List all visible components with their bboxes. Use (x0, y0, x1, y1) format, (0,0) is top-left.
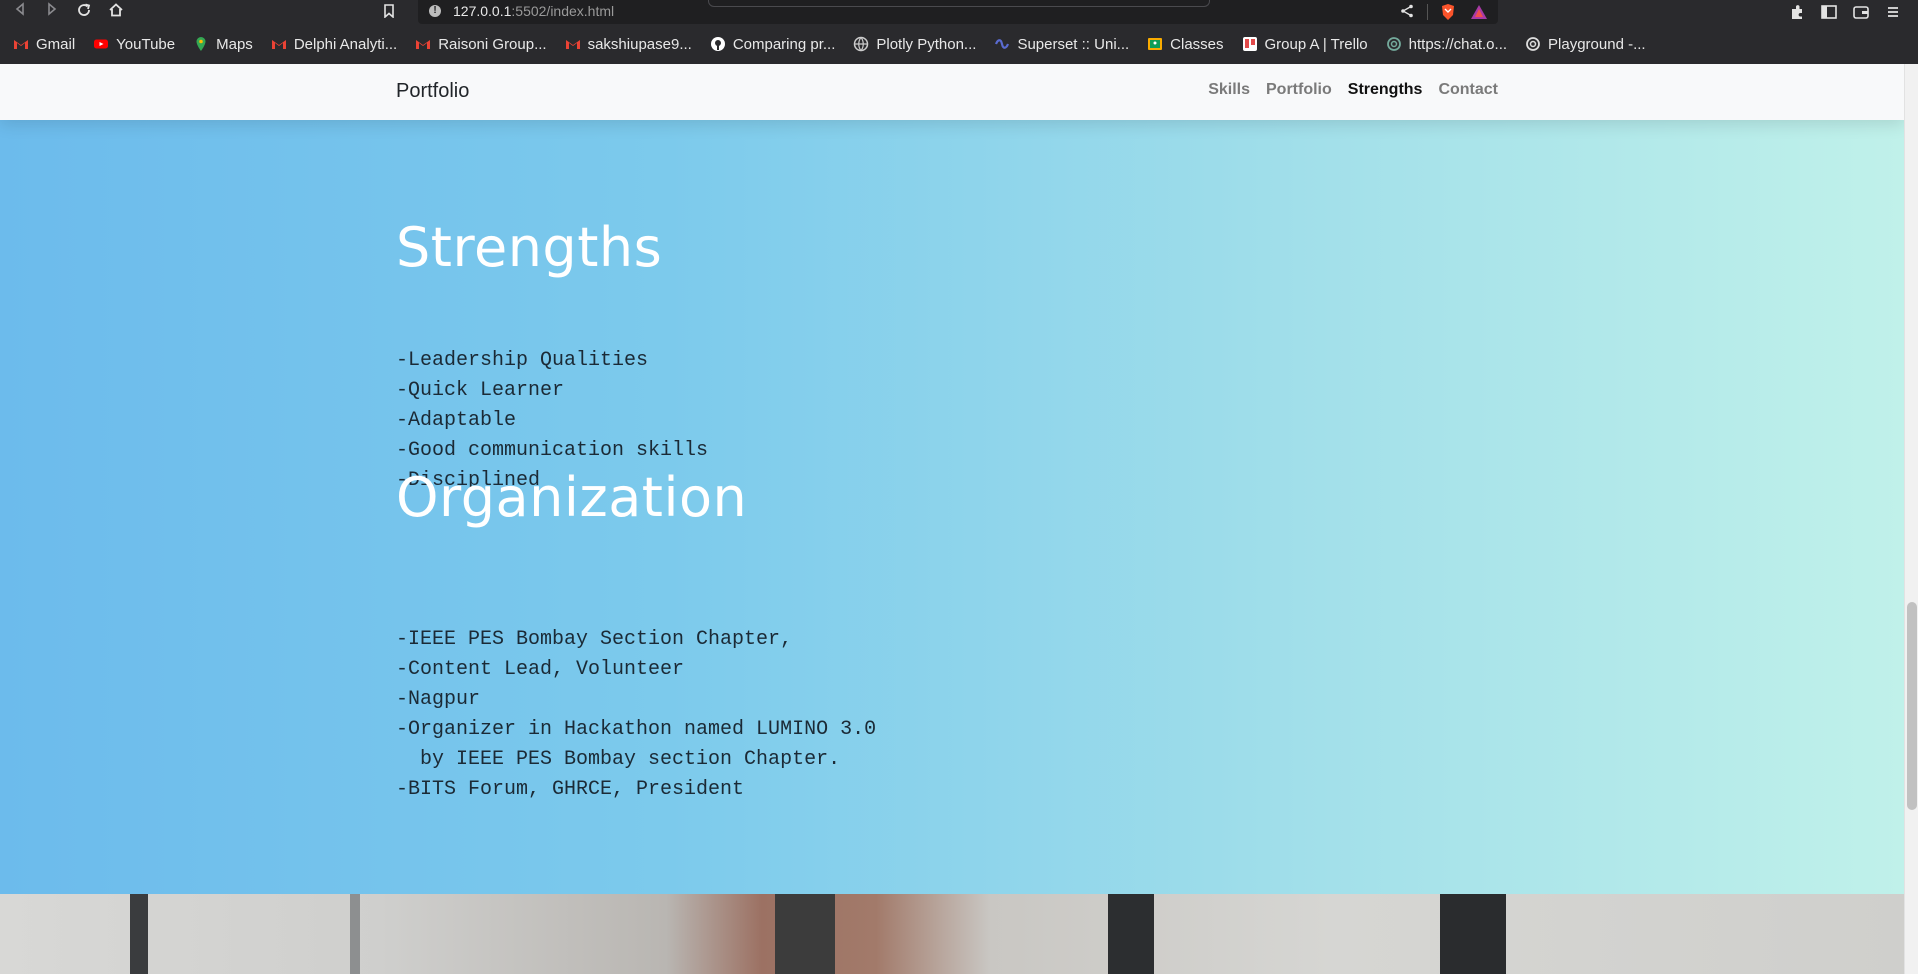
brave-shields-icon[interactable] (1440, 3, 1456, 21)
bookmark-item[interactable]: Playground -... (1525, 36, 1646, 53)
bookmark-item[interactable]: Classes (1147, 35, 1224, 53)
wallet-icon[interactable] (1852, 3, 1870, 21)
gmail-icon (271, 36, 287, 52)
url-host: 127.0.0.1 (453, 3, 512, 19)
bookmark-label: YouTube (116, 35, 176, 53)
share-icon[interactable] (1400, 4, 1414, 18)
address-bar[interactable]: ! 127.0.0.1:5502/index.html (384, 0, 1498, 24)
url-path: :5502/index.html (511, 3, 615, 19)
photo-window-frame (1440, 894, 1506, 974)
bookmark-label: sakshiupase9... (587, 35, 692, 53)
list-item: -IEEE PES Bombay Section Chapter, (396, 628, 793, 651)
bookmark-item[interactable]: Delphi Analyti... (271, 36, 397, 53)
organization-list: -IEEE PES Bombay Section Chapter, -Conten… (396, 625, 876, 805)
list-item: -Nagpur (396, 688, 481, 711)
gmail-icon (565, 36, 581, 52)
list-item: -Good communication skills (396, 439, 709, 462)
browser-toolbar: ! 127.0.0.1:5502/index.html (0, 0, 1918, 24)
url-text[interactable]: 127.0.0.1:5502/index.html (453, 3, 614, 19)
nav-link-skills[interactable]: Skills (1208, 81, 1250, 99)
organization-heading: Organization (396, 466, 748, 529)
photo-pipe (350, 894, 360, 974)
list-item: -Quick Learner (396, 379, 565, 402)
sidebar-icon[interactable] (1820, 3, 1838, 21)
bookmark-label: Playground -... (1548, 35, 1646, 53)
extensions-icon[interactable] (1788, 3, 1806, 21)
list-item: -Organizer in Hackathon named LUMINO 3.0 (396, 718, 877, 741)
forward-icon[interactable] (42, 2, 62, 22)
tab-edge (708, 0, 1210, 7)
page-viewport: Portfolio Skills Portfolio Strengths Con… (0, 64, 1904, 974)
back-icon[interactable] (10, 2, 30, 22)
background-photo (0, 894, 1904, 974)
bookmark-label: Classes (1170, 35, 1224, 53)
scrollbar-thumb[interactable] (1907, 602, 1917, 810)
bookmark-item[interactable]: Comparing pr... (710, 35, 836, 53)
bookmark-label: Gmail (36, 35, 76, 53)
bookmark-item[interactable]: Gmail (13, 36, 75, 53)
bookmark-label: Plotly Python... (876, 35, 977, 53)
nav-link-contact[interactable]: Contact (1438, 81, 1498, 99)
bookmark-item[interactable]: Maps (193, 36, 253, 53)
brand-logo[interactable]: Portfolio (396, 80, 469, 103)
bookmark-item[interactable]: Raisoni Group... (415, 35, 547, 53)
reload-icon[interactable] (74, 2, 94, 22)
page-scrollbar[interactable] (1904, 64, 1918, 974)
list-item: -BITS Forum, GHRCE, President (396, 778, 745, 801)
site-info-icon[interactable]: ! (429, 5, 441, 17)
menu-icon[interactable] (1884, 3, 1902, 21)
photo-window-frame (775, 894, 835, 974)
photo-window-frame (1108, 894, 1154, 974)
strengths-section: Strengths -Leadership Qualities -Quick Le… (0, 120, 1904, 894)
list-item: -Leadership Qualities (396, 349, 649, 372)
nav-links: Skills Portfolio Strengths Contact (1208, 81, 1498, 99)
bookmark-item[interactable]: Plotly Python... (853, 36, 976, 53)
bookmarks-bar: Gmail YouTube Maps Delphi Analyti... Raisoni… (0, 24, 1918, 64)
superset-icon (994, 36, 1010, 52)
bookmark-item[interactable]: Superset :: Uni... (994, 36, 1129, 53)
bookmark-icon[interactable] (384, 4, 394, 18)
trello-icon (1242, 36, 1258, 52)
gmail-icon (13, 36, 29, 52)
strengths-heading: Strengths (396, 216, 663, 279)
youtube-icon (93, 36, 109, 52)
bookmark-item[interactable]: https://chat.o... (1386, 36, 1507, 53)
bookmark-label: Delphi Analyti... (293, 35, 398, 53)
list-item: -Adaptable (396, 409, 517, 432)
maps-icon (193, 36, 209, 52)
openai-icon (1386, 36, 1402, 52)
site-navbar: Portfolio Skills Portfolio Strengths Con… (0, 64, 1904, 120)
gmail-icon (415, 36, 431, 52)
bookmark-label: Raisoni Group... (438, 35, 547, 53)
openai-icon (1525, 36, 1541, 52)
bookmark-label: Superset :: Uni... (1017, 35, 1130, 53)
list-item: by IEEE PES Bombay section Chapter. (396, 748, 841, 771)
nav-link-strengths[interactable]: Strengths (1348, 81, 1423, 99)
bookmark-label: https://chat.o... (1408, 35, 1508, 53)
brave-rewards-icon[interactable] (1470, 4, 1488, 20)
bookmark-label: Comparing pr... (732, 35, 836, 53)
globe-icon (853, 36, 869, 52)
bookmark-label: Group A | Trello (1264, 35, 1368, 53)
bookmark-item[interactable]: Group A | Trello (1242, 36, 1368, 53)
bookmark-item[interactable]: sakshiupase9... (565, 36, 692, 53)
classroom-icon (1147, 36, 1163, 52)
github-icon (710, 36, 726, 52)
photo-window-frame (130, 894, 148, 974)
nav-link-portfolio[interactable]: Portfolio (1266, 81, 1332, 99)
address-separator (1427, 4, 1428, 20)
bookmark-label: Maps (216, 35, 253, 53)
list-item: -Content Lead, Volunteer (396, 658, 685, 681)
bookmark-item[interactable]: YouTube (93, 36, 175, 53)
home-icon[interactable] (106, 2, 126, 22)
